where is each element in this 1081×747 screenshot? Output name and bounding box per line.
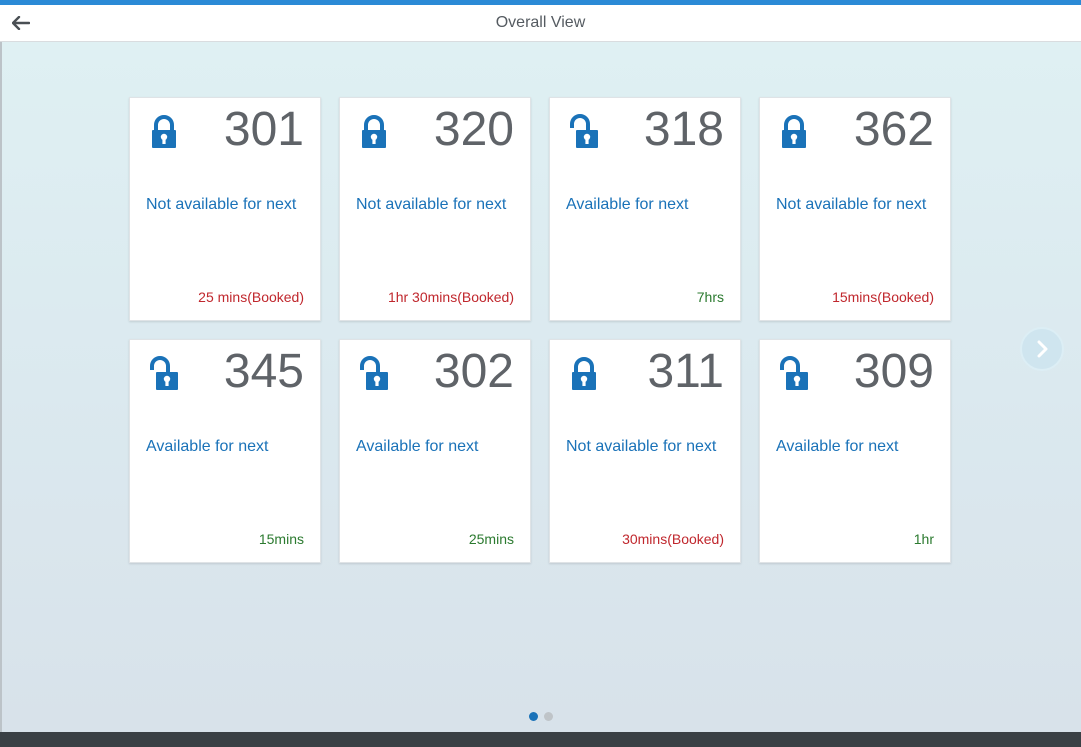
page-dot[interactable] xyxy=(528,712,538,721)
availability-status: Not available for next xyxy=(146,196,297,213)
lock-open-icon xyxy=(360,356,388,390)
availability-duration: 30mins(Booked) xyxy=(622,531,724,547)
header-bar: Overall View xyxy=(0,5,1081,42)
availability-status: Available for next xyxy=(146,438,269,455)
chevron-right-icon xyxy=(1037,340,1048,358)
room-number: 320 xyxy=(433,103,514,156)
lock-closed-icon xyxy=(362,115,386,148)
availability-status: Available for next xyxy=(776,438,899,455)
room-number: 309 xyxy=(853,345,934,398)
room-number: 311 xyxy=(647,345,724,398)
room-tile[interactable]: 318 Available for next 7hrs xyxy=(549,97,741,321)
availability-duration: 25 mins(Booked) xyxy=(198,289,304,305)
availability-duration: 25mins xyxy=(468,531,514,547)
availability-duration: 1hr 30mins(Booked) xyxy=(387,289,514,305)
room-tile[interactable]: 301 Not available for next 25 mins(Booked) xyxy=(129,97,321,321)
room-number: 301 xyxy=(223,103,304,156)
availability-status: Not available for next xyxy=(566,438,717,455)
lock-closed-icon xyxy=(782,115,806,148)
room-number: 318 xyxy=(643,103,724,156)
lock-open-icon xyxy=(780,356,808,390)
availability-duration: 15mins(Booked) xyxy=(832,289,934,305)
app-window: Overall View 301 Not available for next 25… xyxy=(0,0,1081,747)
room-tile-grid: 301 Not available for next 25 mins(Booked)… xyxy=(129,97,953,563)
footer-bar xyxy=(0,732,1081,747)
availability-duration: 15mins xyxy=(258,531,304,547)
availability-status: Available for next xyxy=(566,196,689,213)
room-tile[interactable]: 320 Not available for next 1hr 30mins(Book… xyxy=(339,97,531,321)
room-number: 302 xyxy=(433,345,514,398)
lock-closed-icon xyxy=(152,115,176,148)
room-number: 345 xyxy=(223,345,304,398)
room-tile[interactable]: 309 Available for next 1hr xyxy=(759,339,951,563)
availability-status: Not available for next xyxy=(356,196,507,213)
lock-closed-icon xyxy=(572,357,596,390)
room-tile[interactable]: 362 Not available for next 15mins(Booked) xyxy=(759,97,951,321)
room-tile[interactable]: 302 Available for next 25mins xyxy=(339,339,531,563)
room-number: 362 xyxy=(853,103,934,156)
room-tile[interactable]: 311 Not available for next 30mins(Booked) xyxy=(549,339,741,563)
availability-status: Not available for next xyxy=(776,196,927,213)
room-tile[interactable]: 345 Available for next 15mins xyxy=(129,339,321,563)
availability-duration: 1hr xyxy=(913,531,934,547)
page-title: Overall View xyxy=(495,14,586,31)
lock-open-icon xyxy=(570,114,598,148)
page-dot[interactable] xyxy=(543,712,553,721)
lock-open-icon xyxy=(150,356,178,390)
availability-duration: 7hrs xyxy=(696,289,724,305)
page-indicator xyxy=(0,712,1081,721)
availability-status: Available for next xyxy=(356,438,479,455)
next-page-button[interactable] xyxy=(1020,327,1064,371)
